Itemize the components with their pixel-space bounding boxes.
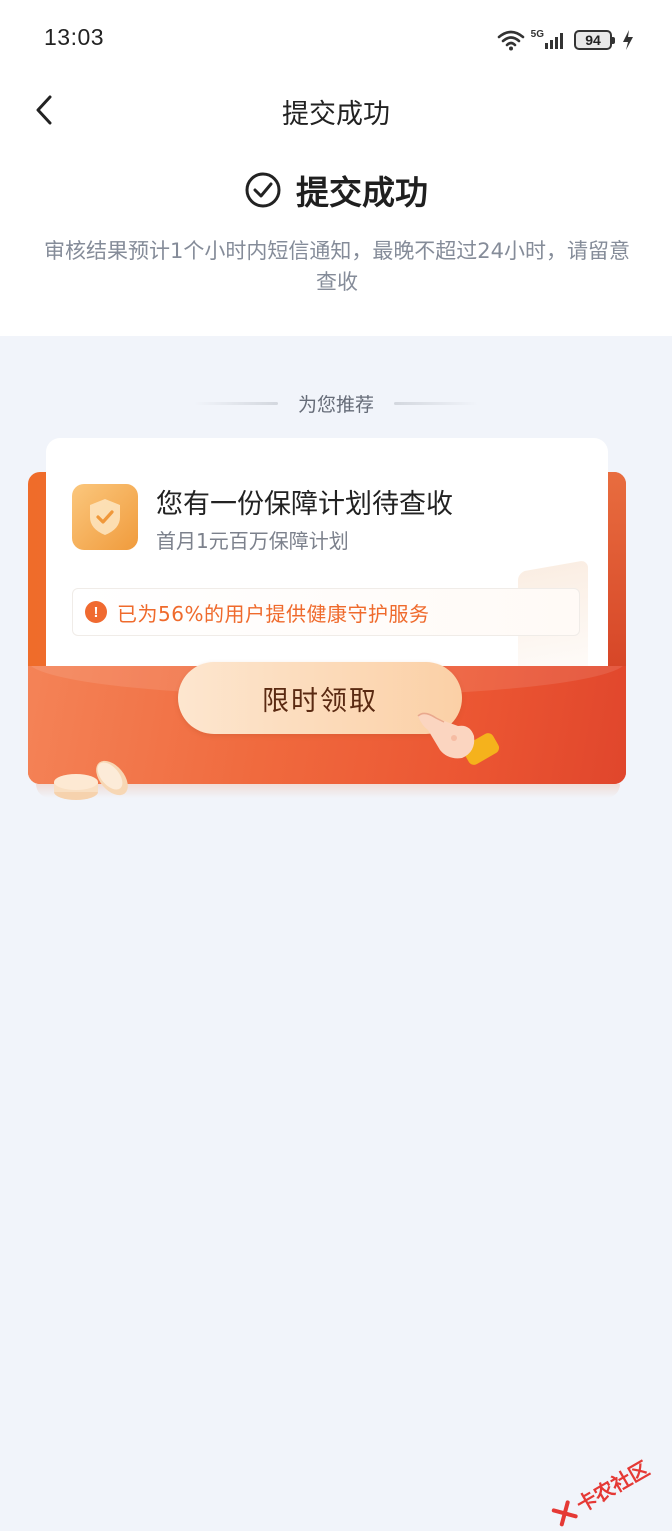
divider-line-left [193, 402, 278, 405]
pointing-hand-icon [417, 712, 500, 765]
success-header: 提交成功 [0, 166, 672, 214]
check-circle-icon [245, 172, 281, 208]
battery-icon: 94 [574, 30, 615, 50]
watermark: 卡农社区 [548, 1453, 654, 1531]
recommend-divider: 为您推荐 [0, 390, 672, 417]
divider-line-right [394, 402, 478, 405]
claim-button-label: 限时领取 [262, 685, 378, 716]
notice-text: 已为56%的用户提供健康守护服务 [117, 601, 430, 626]
card-subtitle: 首月1元百万保障计划 [156, 529, 349, 553]
success-title: 提交成功 [296, 173, 428, 212]
charging-icon [623, 30, 633, 50]
watermark-text: 卡农社区 [572, 1456, 654, 1518]
cellular-signal-icon [545, 33, 563, 49]
battery-level: 94 [585, 32, 601, 48]
recommend-label: 为您推荐 [297, 394, 374, 416]
shield-check-icon [72, 484, 138, 550]
success-description: 审核结果预计1个小时内短信通知，最晚不超过24小时，请留意查收 [43, 239, 631, 294]
exclamation-icon: ! [85, 601, 107, 623]
coins-icon [54, 760, 128, 800]
status-time: 13:03 [44, 24, 105, 50]
page-title: 提交成功 [282, 99, 390, 130]
status-icons: 5G 94 [497, 26, 634, 54]
network-type-label: 5G [530, 28, 544, 40]
card-title: 您有一份保障计划待查收 [156, 489, 453, 520]
notice-bar: ! 已为56%的用户提供健康守护服务 [72, 588, 580, 636]
wifi-icon [497, 30, 524, 51]
